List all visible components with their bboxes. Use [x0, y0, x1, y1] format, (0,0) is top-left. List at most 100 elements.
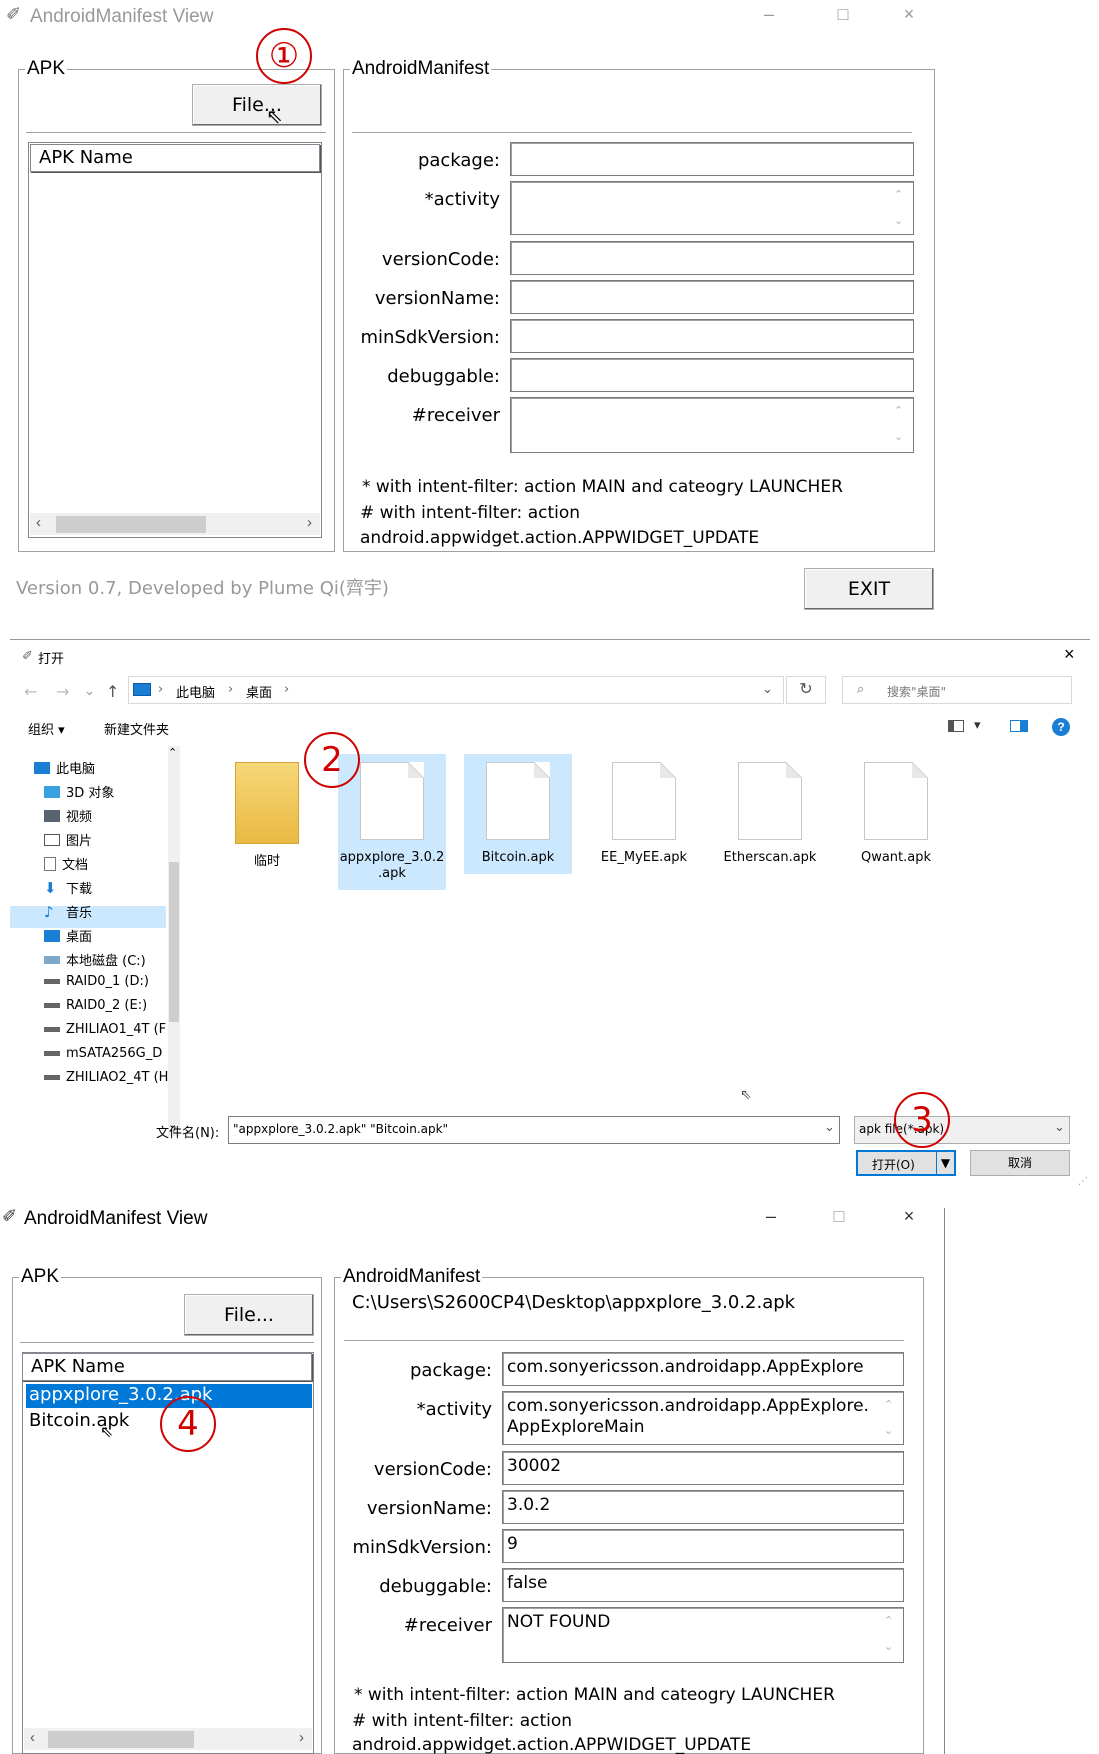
scroll-thumb[interactable] [56, 516, 206, 533]
file-item-etherscan[interactable]: Etherscan.apk [716, 754, 824, 874]
file-item-bitcoin[interactable]: Bitcoin.apk [464, 754, 572, 874]
exit-button[interactable]: EXIT [804, 568, 934, 610]
label-activity: *activity [424, 189, 500, 210]
nav-label: 视频 [66, 810, 93, 825]
scroll-right-icon[interactable]: › [299, 1729, 304, 1746]
up-arrow-icon[interactable]: ↑ [106, 682, 119, 701]
nav-item-video[interactable]: 视频 [44, 806, 92, 825]
receiver-scroll-up-icon[interactable]: ⌃ [884, 1616, 1095, 1627]
receiver-scroll-up-icon[interactable]: ⌃ [894, 406, 926, 417]
dialog-close-button[interactable]: × [1064, 644, 1075, 665]
filename-input[interactable]: "appxplore_3.0.2.apk" "Bitcoin.apk" [228, 1116, 840, 1144]
new-folder-button[interactable]: 新建文件夹 [104, 719, 169, 738]
minimize-button[interactable]: – [754, 4, 784, 25]
apk-list-hscrollbar[interactable]: ‹ › [24, 1728, 312, 1750]
versionname-field[interactable]: 3.0.2 [502, 1490, 904, 1524]
apk-list-header[interactable]: APK Name [22, 1353, 312, 1381]
scroll-thumb[interactable] [48, 1731, 194, 1748]
forward-arrow-icon[interactable]: → [56, 682, 69, 701]
receiver-scroll-down-icon[interactable]: ⌄ [894, 432, 926, 443]
nav-item-music[interactable]: ♪ 音乐 [44, 902, 92, 921]
package-field[interactable]: com.sonyericsson.androidapp.AppExplore [502, 1352, 904, 1386]
breadcrumb-this-pc[interactable]: 此电脑 [176, 682, 215, 701]
scroll-right-icon[interactable]: › [307, 514, 312, 531]
scroll-left-icon[interactable]: ‹ [36, 514, 41, 531]
view-options-icon[interactable] [948, 720, 964, 732]
nav-item-msata[interactable]: mSATA256G_D [44, 1046, 162, 1061]
nav-item-raid01[interactable]: RAID0_1 (D:) [44, 974, 149, 989]
nav-scrollbar[interactable]: ⌃ ⌄ [168, 746, 180, 1136]
apk-list-hscrollbar[interactable]: ‹ › [30, 513, 320, 535]
feather-icon: ✐ [6, 4, 22, 24]
nav-item-documents[interactable]: 文档 [44, 854, 88, 873]
close-button[interactable]: × [894, 1206, 924, 1227]
receiver-field[interactable]: NOT FOUND [502, 1607, 904, 1663]
nav-scroll-up-icon[interactable]: ⌃ [168, 746, 177, 759]
activity-field[interactable] [510, 181, 914, 235]
nav-item-desktop[interactable]: 桌面 [44, 926, 92, 945]
file-item-ee-myee[interactable]: EE_MyEE.apk [590, 754, 698, 874]
filetype-select[interactable]: apk file(*.apk) [854, 1116, 1070, 1144]
minimize-button[interactable]: – [756, 1206, 786, 1227]
step-marker-2: 2 [304, 732, 360, 788]
activity-scroll-down-icon[interactable]: ⌄ [894, 216, 926, 227]
search-box[interactable]: ⌕ 搜索"桌面" [842, 676, 1072, 704]
file-button[interactable]: File... [184, 1294, 314, 1336]
maximize-button[interactable]: □ [828, 4, 858, 25]
close-button[interactable]: × [894, 4, 924, 25]
organize-menu[interactable]: 组织 ▾ [28, 719, 65, 738]
nav-item-this-pc[interactable]: 此电脑 [34, 758, 95, 777]
address-dropdown-icon[interactable]: ⌄ [762, 682, 773, 697]
file-label: appxplore_3.0.2 .apk [339, 850, 445, 881]
minsdk-field[interactable]: 9 [502, 1529, 904, 1563]
open-button[interactable]: 打开(O) ▼ [856, 1150, 956, 1176]
resize-grip-icon[interactable]: ⋰ [1078, 1176, 1088, 1187]
apk-list-header[interactable]: APK Name [30, 144, 320, 172]
versioncode-field[interactable] [510, 241, 914, 275]
picture-icon [44, 833, 60, 846]
receiver-scroll-down-icon[interactable]: ⌄ [884, 1642, 1095, 1653]
nav-item-pictures[interactable]: 图片 [44, 830, 92, 849]
activity-scroll-up-icon[interactable]: ⌃ [884, 1400, 1095, 1411]
debuggable-field[interactable] [510, 358, 914, 392]
activity-scroll-down-icon[interactable]: ⌄ [884, 1426, 1095, 1437]
receiver-field[interactable] [510, 397, 914, 453]
refresh-button[interactable]: ↻ [786, 676, 826, 704]
filetype-dropdown-icon[interactable]: ⌄ [1054, 1120, 1065, 1135]
dropdown-arrow-icon[interactable]: ⌄ [84, 684, 95, 699]
activity-scroll-up-icon[interactable]: ⌃ [894, 190, 926, 201]
nav-item-raid02[interactable]: RAID0_2 (E:) [44, 998, 147, 1013]
file-icon [486, 762, 550, 840]
nav-scroll-thumb[interactable] [169, 862, 179, 1022]
nav-item-disk-c[interactable]: 本地磁盘 (C:) [44, 950, 146, 969]
minsdk-field[interactable] [510, 319, 914, 353]
help-icon[interactable]: ? [1052, 718, 1070, 736]
apk-list[interactable] [28, 142, 322, 538]
versionname-field[interactable] [510, 280, 914, 314]
nav-item-downloads[interactable]: ⬇ 下载 [44, 878, 92, 897]
back-arrow-icon[interactable]: ← [24, 682, 37, 701]
note-launcher: * with intent-filter: action MAIN and ca… [354, 1685, 835, 1705]
open-split-icon[interactable]: ▼ [936, 1152, 954, 1174]
cancel-button[interactable]: 取消 [970, 1150, 1070, 1176]
filename-dropdown-icon[interactable]: ⌄ [824, 1120, 835, 1135]
versioncode-field[interactable]: 30002 [502, 1451, 904, 1485]
view-dropdown-icon[interactable]: ▾ [974, 718, 981, 733]
package-field[interactable] [510, 142, 914, 176]
apk-group-title: APK [21, 1266, 60, 1287]
file-item-folder[interactable]: 临时 [213, 754, 321, 874]
nav-item-zhiliao1[interactable]: ZHILIAO1_4T (F [44, 1022, 166, 1037]
preview-pane-icon[interactable] [1010, 720, 1028, 732]
file-button[interactable]: File... [192, 84, 322, 126]
address-bar[interactable] [128, 676, 784, 704]
debuggable-field[interactable]: false [502, 1568, 904, 1602]
file-item-qwant[interactable]: Qwant.apk [842, 754, 950, 874]
computer-icon [34, 761, 50, 774]
nav-label: ZHILIAO1_4T (F [66, 1022, 167, 1037]
scroll-left-icon[interactable]: ‹ [30, 1729, 35, 1746]
activity-field[interactable]: com.sonyericsson.androidapp.AppExplore. … [502, 1391, 904, 1445]
breadcrumb-desktop[interactable]: 桌面 [246, 682, 272, 701]
maximize-button[interactable]: □ [824, 1206, 854, 1227]
nav-item-zhiliao2[interactable]: ZHILIAO2_4T (H [44, 1070, 168, 1085]
nav-item-3d[interactable]: 3D 对象 [44, 782, 114, 801]
